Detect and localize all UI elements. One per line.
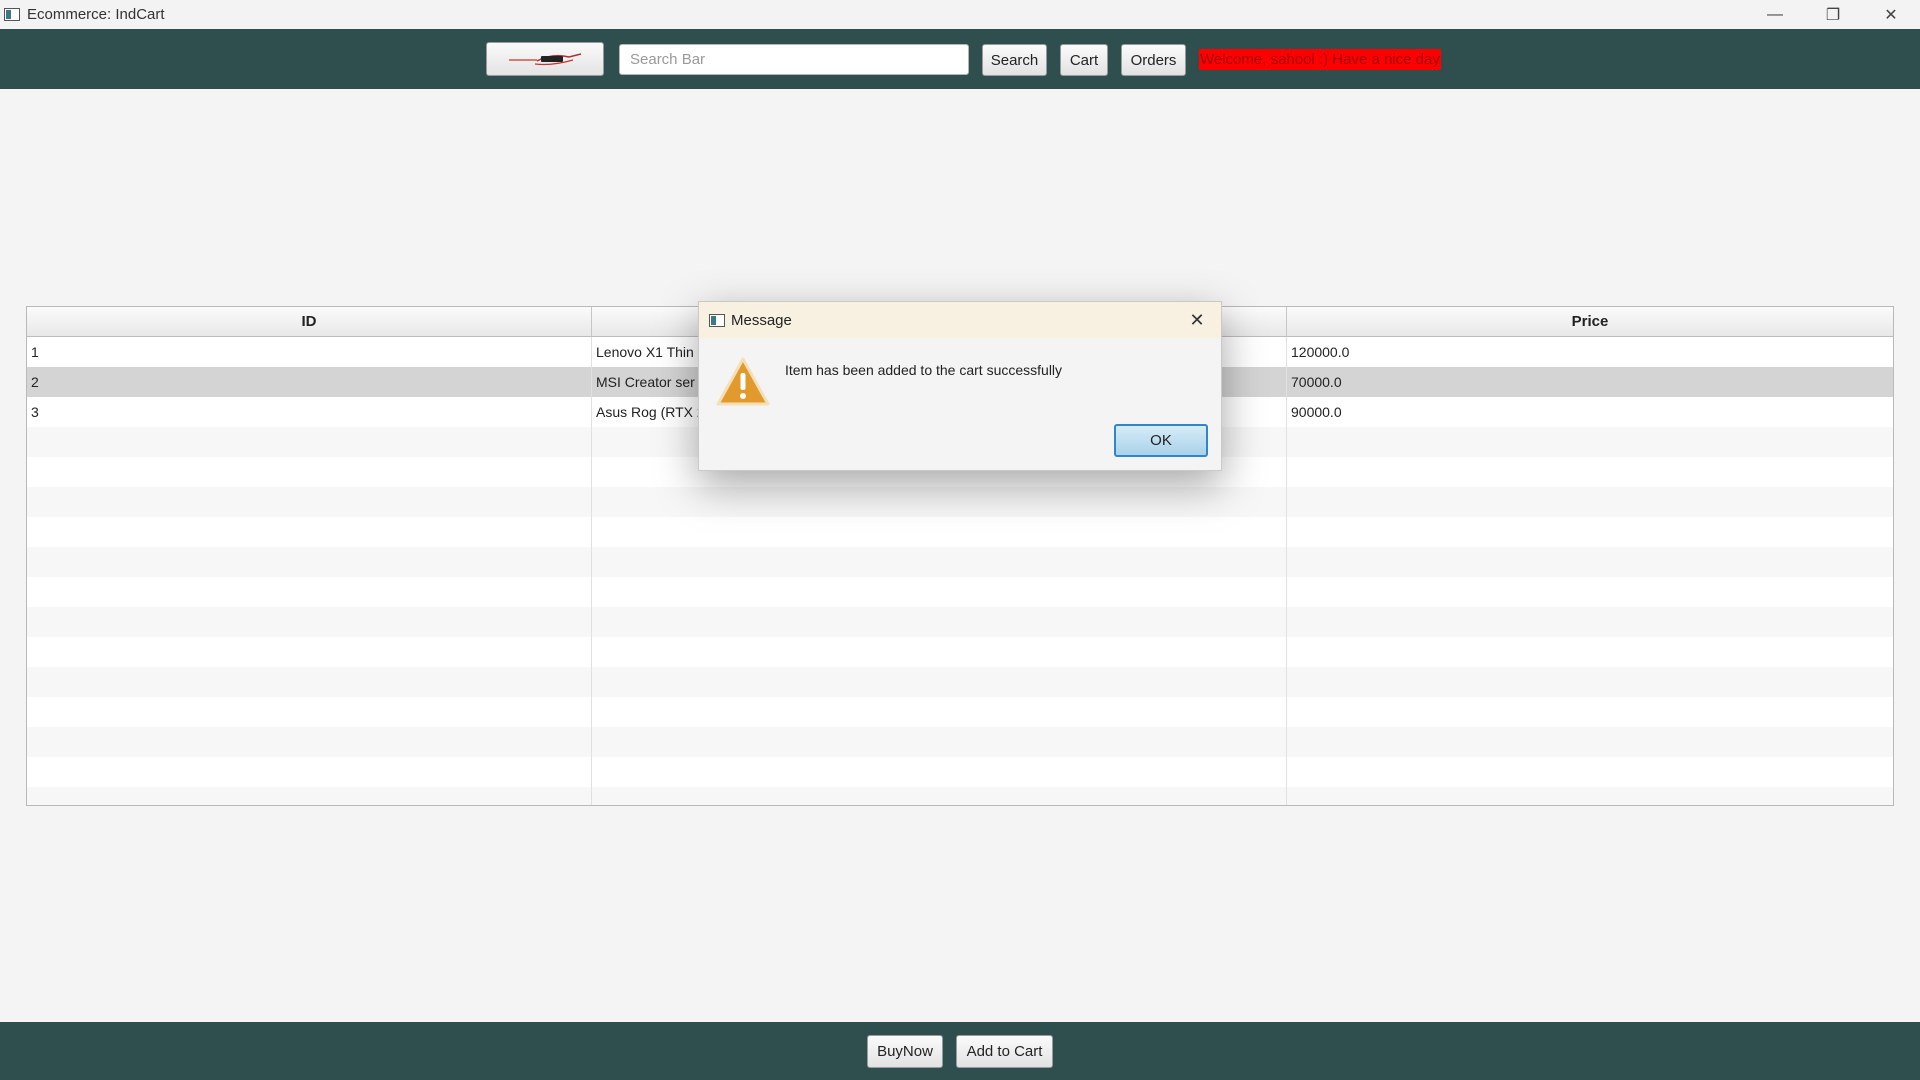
add-to-cart-button[interactable]: Add to Cart	[956, 1035, 1053, 1068]
window-controls: — ❐ ✕	[1746, 0, 1920, 29]
cell-empty	[27, 517, 592, 547]
cell-price: 70000.0	[1291, 374, 1342, 390]
buy-now-button[interactable]: BuyNow	[867, 1035, 943, 1068]
cell-empty	[1287, 457, 1893, 487]
cell-empty	[1287, 577, 1893, 607]
cell-empty	[27, 427, 592, 457]
cell-empty	[27, 487, 592, 517]
ok-button[interactable]: OK	[1114, 424, 1208, 457]
dialog-close-icon[interactable]: ✕	[1185, 308, 1209, 332]
cell-empty	[592, 787, 1287, 805]
window-title: Ecommerce: IndCart	[27, 6, 165, 23]
cell-price: 120000.0	[1291, 344, 1350, 360]
dialog-title: Message	[731, 311, 792, 329]
cell-empty	[592, 517, 1287, 547]
search-input[interactable]	[619, 44, 969, 75]
table-row-empty	[27, 607, 1893, 637]
bottom-toolbar: BuyNow Add to Cart	[0, 1022, 1920, 1080]
cell-empty	[1287, 427, 1893, 457]
cell-id: 3	[27, 397, 592, 427]
window-titlebar: Ecommerce: IndCart — ❐ ✕	[0, 0, 1920, 29]
cell-empty	[27, 667, 592, 697]
cell-empty	[592, 487, 1287, 517]
cell-empty	[27, 547, 592, 577]
cell-empty	[27, 727, 592, 757]
cell-empty	[1287, 487, 1893, 517]
cell-empty	[1287, 607, 1893, 637]
cell-empty	[1287, 637, 1893, 667]
dialog-titlebar: Message ✕	[699, 302, 1221, 338]
message-dialog: Message ✕ Item has been added to the car…	[698, 301, 1222, 471]
table-row-empty	[27, 637, 1893, 667]
cell-empty	[1287, 697, 1893, 727]
top-toolbar: Search Cart Orders Welcome, sahool :) Ha…	[0, 29, 1920, 89]
cell-empty	[1287, 727, 1893, 757]
table-row-empty	[27, 487, 1893, 517]
cell-empty	[592, 667, 1287, 697]
cell-empty	[1287, 667, 1893, 697]
dialog-message: Item has been added to the cart successf…	[785, 362, 1063, 378]
table-row-empty	[27, 757, 1893, 787]
cell-empty	[592, 727, 1287, 757]
cell-empty	[27, 787, 592, 805]
cell-empty	[1287, 757, 1893, 787]
cell-empty	[27, 607, 592, 637]
cell-empty	[1287, 787, 1893, 805]
cart-button[interactable]: Cart	[1060, 44, 1108, 76]
restore-icon[interactable]: ❐	[1804, 0, 1862, 29]
cell-empty	[592, 577, 1287, 607]
cell-empty	[27, 577, 592, 607]
cell-empty	[1287, 547, 1893, 577]
cell-id: 2	[27, 367, 592, 397]
cell-empty	[27, 697, 592, 727]
cell-price: 90000.0	[1291, 404, 1342, 420]
cell-empty	[592, 547, 1287, 577]
table-row-empty	[27, 577, 1893, 607]
table-row-empty	[27, 697, 1893, 727]
orders-button[interactable]: Orders	[1121, 44, 1186, 76]
table-row-empty	[27, 667, 1893, 697]
cell-empty	[1287, 517, 1893, 547]
minimize-icon[interactable]: —	[1746, 0, 1804, 29]
cell-empty	[592, 607, 1287, 637]
welcome-label: Welcome, sahool :) Have a nice day	[1199, 49, 1441, 70]
column-header-price[interactable]: Price	[1287, 307, 1893, 336]
indcart-logo-icon	[509, 53, 582, 66]
cell-empty	[27, 637, 592, 667]
app-icon	[4, 8, 20, 21]
cell-empty	[27, 757, 592, 787]
table-row-empty	[27, 547, 1893, 577]
close-icon[interactable]: ✕	[1862, 0, 1920, 29]
search-button[interactable]: Search	[982, 44, 1047, 76]
cell-empty	[27, 457, 592, 487]
warning-icon	[716, 357, 770, 406]
cell-empty	[592, 637, 1287, 667]
cell-id: 1	[27, 337, 592, 367]
cell-empty	[592, 757, 1287, 787]
logo-button[interactable]	[486, 42, 604, 76]
table-row-empty	[27, 727, 1893, 757]
table-row-empty	[27, 787, 1893, 805]
table-row-empty	[27, 517, 1893, 547]
cell-empty	[592, 697, 1287, 727]
column-header-id[interactable]: ID	[27, 307, 592, 336]
dialog-app-icon	[709, 313, 725, 327]
